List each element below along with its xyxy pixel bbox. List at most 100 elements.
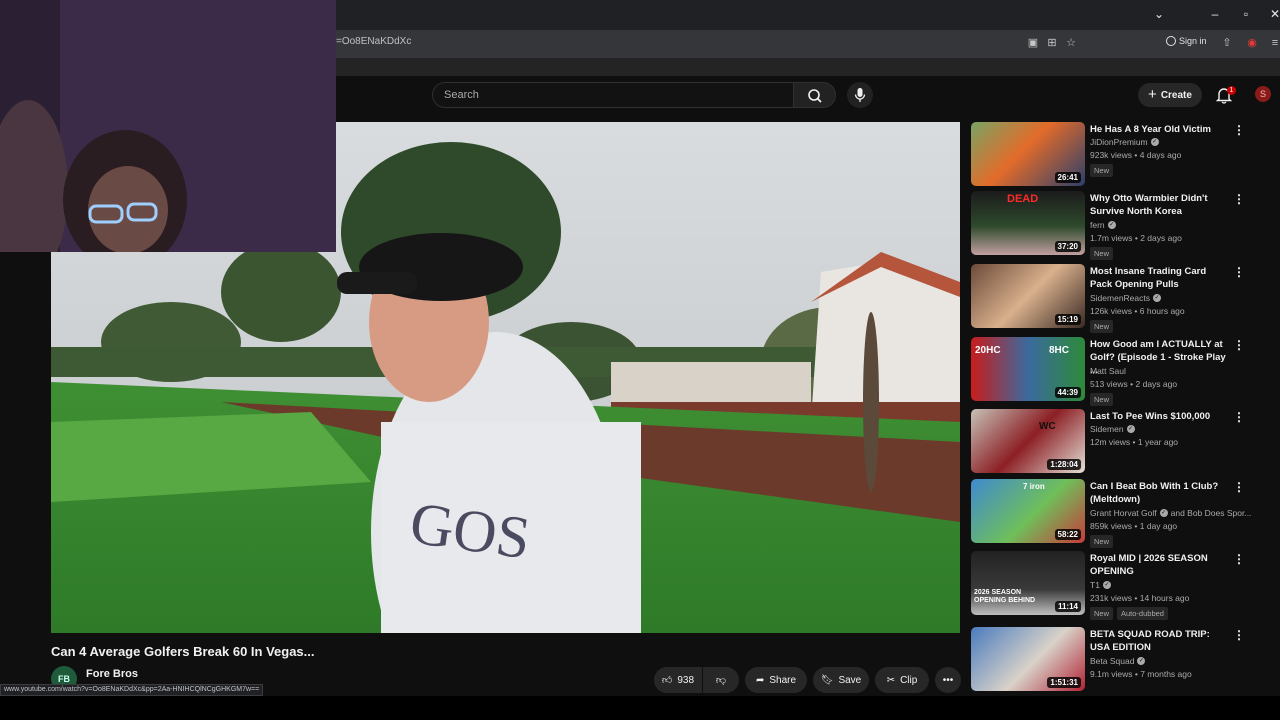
more-options-icon[interactable]: ⋮ xyxy=(1233,481,1245,493)
channel-name-text: Matt Saul xyxy=(1090,366,1126,376)
recommendation-title[interactable]: BETA SQUAD ROAD TRIP: USA EDITION xyxy=(1090,628,1230,654)
maximize-window-icon[interactable]: ▫ xyxy=(1237,7,1255,21)
save-button[interactable]: 🔖︎ Save xyxy=(813,667,869,693)
duration-badge: 1:51:31 xyxy=(1047,677,1081,688)
more-options-icon[interactable]: ⋮ xyxy=(1233,124,1245,136)
recommendation-title[interactable]: Why Otto Warmbier Didn't Survive North K… xyxy=(1090,192,1230,218)
search-placeholder: Search xyxy=(444,89,479,101)
cast-icon[interactable]: ▣ xyxy=(1026,36,1040,50)
verified-check-icon: ✓ xyxy=(1153,294,1162,302)
channel-name[interactable]: Fore Bros xyxy=(86,668,138,680)
recommendation-channel[interactable]: Beta Squad ✓ xyxy=(1090,656,1146,666)
duration-badge: 1:28:04 xyxy=(1047,459,1081,470)
recommendation-title[interactable]: Can I Beat Bob With 1 Club? (Meltdown) xyxy=(1090,480,1230,506)
recommendation-item[interactable]: 58:22 7 iron Can I Beat Bob With 1 Club? (… xyxy=(971,479,1271,548)
clip-label: Clip xyxy=(900,674,918,686)
more-options-icon[interactable]: ⋮ xyxy=(1233,629,1245,641)
more-actions-button[interactable]: ••• xyxy=(935,667,961,693)
recommendation-title[interactable]: He Has A 8 Year Old Victim xyxy=(1090,123,1230,136)
recommendation-meta: 859k views • 1 day ago xyxy=(1090,521,1178,531)
recommendation-thumbnail[interactable]: 44:39 20HC 8HC xyxy=(971,337,1085,401)
channel-extra-text: and Bob Does Spor... xyxy=(1170,508,1252,518)
recommendation-channel[interactable]: SidemenReacts ✓ xyxy=(1090,293,1162,303)
recommendation-item[interactable]: 26:41 He Has A 8 Year Old Victim JiDionPre… xyxy=(971,122,1271,188)
browser-sign-in-button[interactable]: Sign in xyxy=(1166,36,1207,46)
voice-search-button[interactable] xyxy=(847,82,873,108)
recommendation-meta: 513 views • 2 days ago xyxy=(1090,379,1178,389)
bottom-letterbox xyxy=(0,696,1280,720)
recommendation-item[interactable]: 15:19 Most Insane Trading Card Pack Openi… xyxy=(971,264,1271,333)
duration-badge: 11:14 xyxy=(1054,601,1081,612)
recommendation-thumbnail[interactable]: 1:28:04 WC xyxy=(971,409,1085,473)
bookmark-star-icon[interactable]: ☆ xyxy=(1064,36,1078,50)
webcam-feed xyxy=(0,0,336,252)
recommendation-channel[interactable]: Matt Saul xyxy=(1090,366,1126,376)
clip-button[interactable]: ✂ Clip xyxy=(875,667,929,693)
recommendation-item[interactable]: 1:51:31 BETA SQUAD ROAD TRIP: USA EDITION… xyxy=(971,627,1271,693)
search-input[interactable]: Search xyxy=(432,82,794,108)
account-avatar[interactable]: S xyxy=(1255,86,1271,102)
extensions-icon[interactable]: ⇧ xyxy=(1220,36,1234,50)
recommendation-item[interactable]: 1:28:04 WC Last To Pee Wins $100,000 Sideme… xyxy=(971,409,1271,475)
recommendation-title[interactable]: Most Insane Trading Card Pack Opening Pu… xyxy=(1090,265,1230,291)
duration-badge: 26:41 xyxy=(1054,172,1081,183)
verified-check-icon: ✓ xyxy=(1150,138,1159,146)
extension-badge-icon[interactable]: ◉ xyxy=(1245,36,1259,50)
search-icon xyxy=(808,89,822,103)
search-button[interactable] xyxy=(794,82,836,108)
new-badge: New xyxy=(1090,320,1114,333)
verified-check-icon: ✓ xyxy=(1107,221,1116,229)
thumbnail-text-season-opening: 2026 SEASON OPENING BEHIND xyxy=(974,589,1036,604)
tab-list-chevron-icon[interactable]: ⌄ xyxy=(1150,7,1168,21)
duration-badge: 58:22 xyxy=(1054,529,1081,540)
share-button[interactable]: ➦ Share xyxy=(745,667,807,693)
recommendation-thumbnail[interactable]: 58:22 7 iron xyxy=(971,479,1085,543)
thumbnail-text-8hc: 8HC xyxy=(1049,345,1070,356)
recommendation-thumbnail[interactable]: 15:19 xyxy=(971,264,1085,328)
more-options-icon[interactable]: ⋮ xyxy=(1233,266,1245,278)
url-text[interactable]: =Oo8ENaKDdXc xyxy=(336,36,411,47)
recommendation-title[interactable]: Royal MID | 2026 SEASON OPENING xyxy=(1090,552,1230,578)
create-button[interactable]: + Create xyxy=(1138,83,1202,107)
more-options-icon[interactable]: ⋮ xyxy=(1233,553,1245,565)
new-badge: New xyxy=(1090,393,1114,406)
browser-menu-icon[interactable]: ≡ xyxy=(1268,36,1280,50)
recommendation-channel[interactable]: T1 ✓ xyxy=(1090,580,1111,590)
recommendation-item[interactable]: 11:14 2026 SEASON OPENING BEHIND Royal MID… xyxy=(971,551,1271,620)
recommendation-thumbnail[interactable]: 26:41 xyxy=(971,122,1085,186)
recommendation-channel[interactable]: Grant Horvat Golf ✓ and Bob Does Spor... xyxy=(1090,508,1251,518)
more-horizontal-icon: ••• xyxy=(942,674,954,686)
duration-badge: 37:20 xyxy=(1054,241,1081,252)
minimize-window-icon[interactable]: – xyxy=(1206,7,1224,21)
microphone-icon xyxy=(854,88,866,102)
new-badge: New xyxy=(1090,247,1114,260)
recommendation-item[interactable]: 37:20 DEAD Why Otto Warmbier Didn't Surviv… xyxy=(971,191,1271,260)
channel-name-text: fern xyxy=(1090,220,1105,230)
more-options-icon[interactable]: ⋮ xyxy=(1233,193,1245,205)
recommendation-meta: 1.7m views • 2 days ago xyxy=(1090,233,1182,243)
recommendation-thumbnail[interactable]: 1:51:31 xyxy=(971,627,1085,691)
dislike-button[interactable]: 👎︎ xyxy=(703,667,739,693)
bookmark-icon: 🔖︎ xyxy=(820,674,834,686)
more-options-icon[interactable]: ⋮ xyxy=(1233,339,1245,351)
install-app-icon[interactable]: ⊞ xyxy=(1045,36,1059,50)
channel-name-text: T1 xyxy=(1090,580,1100,590)
recommendation-title[interactable]: Last To Pee Wins $100,000 xyxy=(1090,410,1230,423)
duration-badge: 44:39 xyxy=(1054,387,1081,398)
thumbnail-text-20hc: 20HC xyxy=(975,345,1001,356)
verified-check-icon: ✓ xyxy=(1102,581,1111,589)
verified-check-icon: ✓ xyxy=(1126,425,1135,433)
recommendation-thumbnail[interactable]: 37:20 DEAD xyxy=(971,191,1085,255)
recommendation-channel[interactable]: JiDionPremium ✓ xyxy=(1090,137,1159,147)
close-window-icon[interactable]: ✕ xyxy=(1266,7,1280,21)
profile-icon xyxy=(1166,36,1176,46)
more-options-icon[interactable]: ⋮ xyxy=(1233,411,1245,423)
thumbnail-text-wc: WC xyxy=(1039,421,1056,432)
thumbnail-text-7-iron: 7 iron xyxy=(1023,482,1045,491)
recommendation-channel[interactable]: Sidemen ✓ xyxy=(1090,424,1135,434)
recommendation-thumbnail[interactable]: 11:14 2026 SEASON OPENING BEHIND xyxy=(971,551,1085,615)
webcam-overlay xyxy=(0,0,336,252)
recommendation-item[interactable]: 44:39 20HC 8HC How Good am I ACTUALLY at Go… xyxy=(971,337,1271,406)
recommendation-channel[interactable]: fern ✓ xyxy=(1090,220,1116,230)
like-button[interactable]: 👍︎ 938 xyxy=(654,667,702,693)
